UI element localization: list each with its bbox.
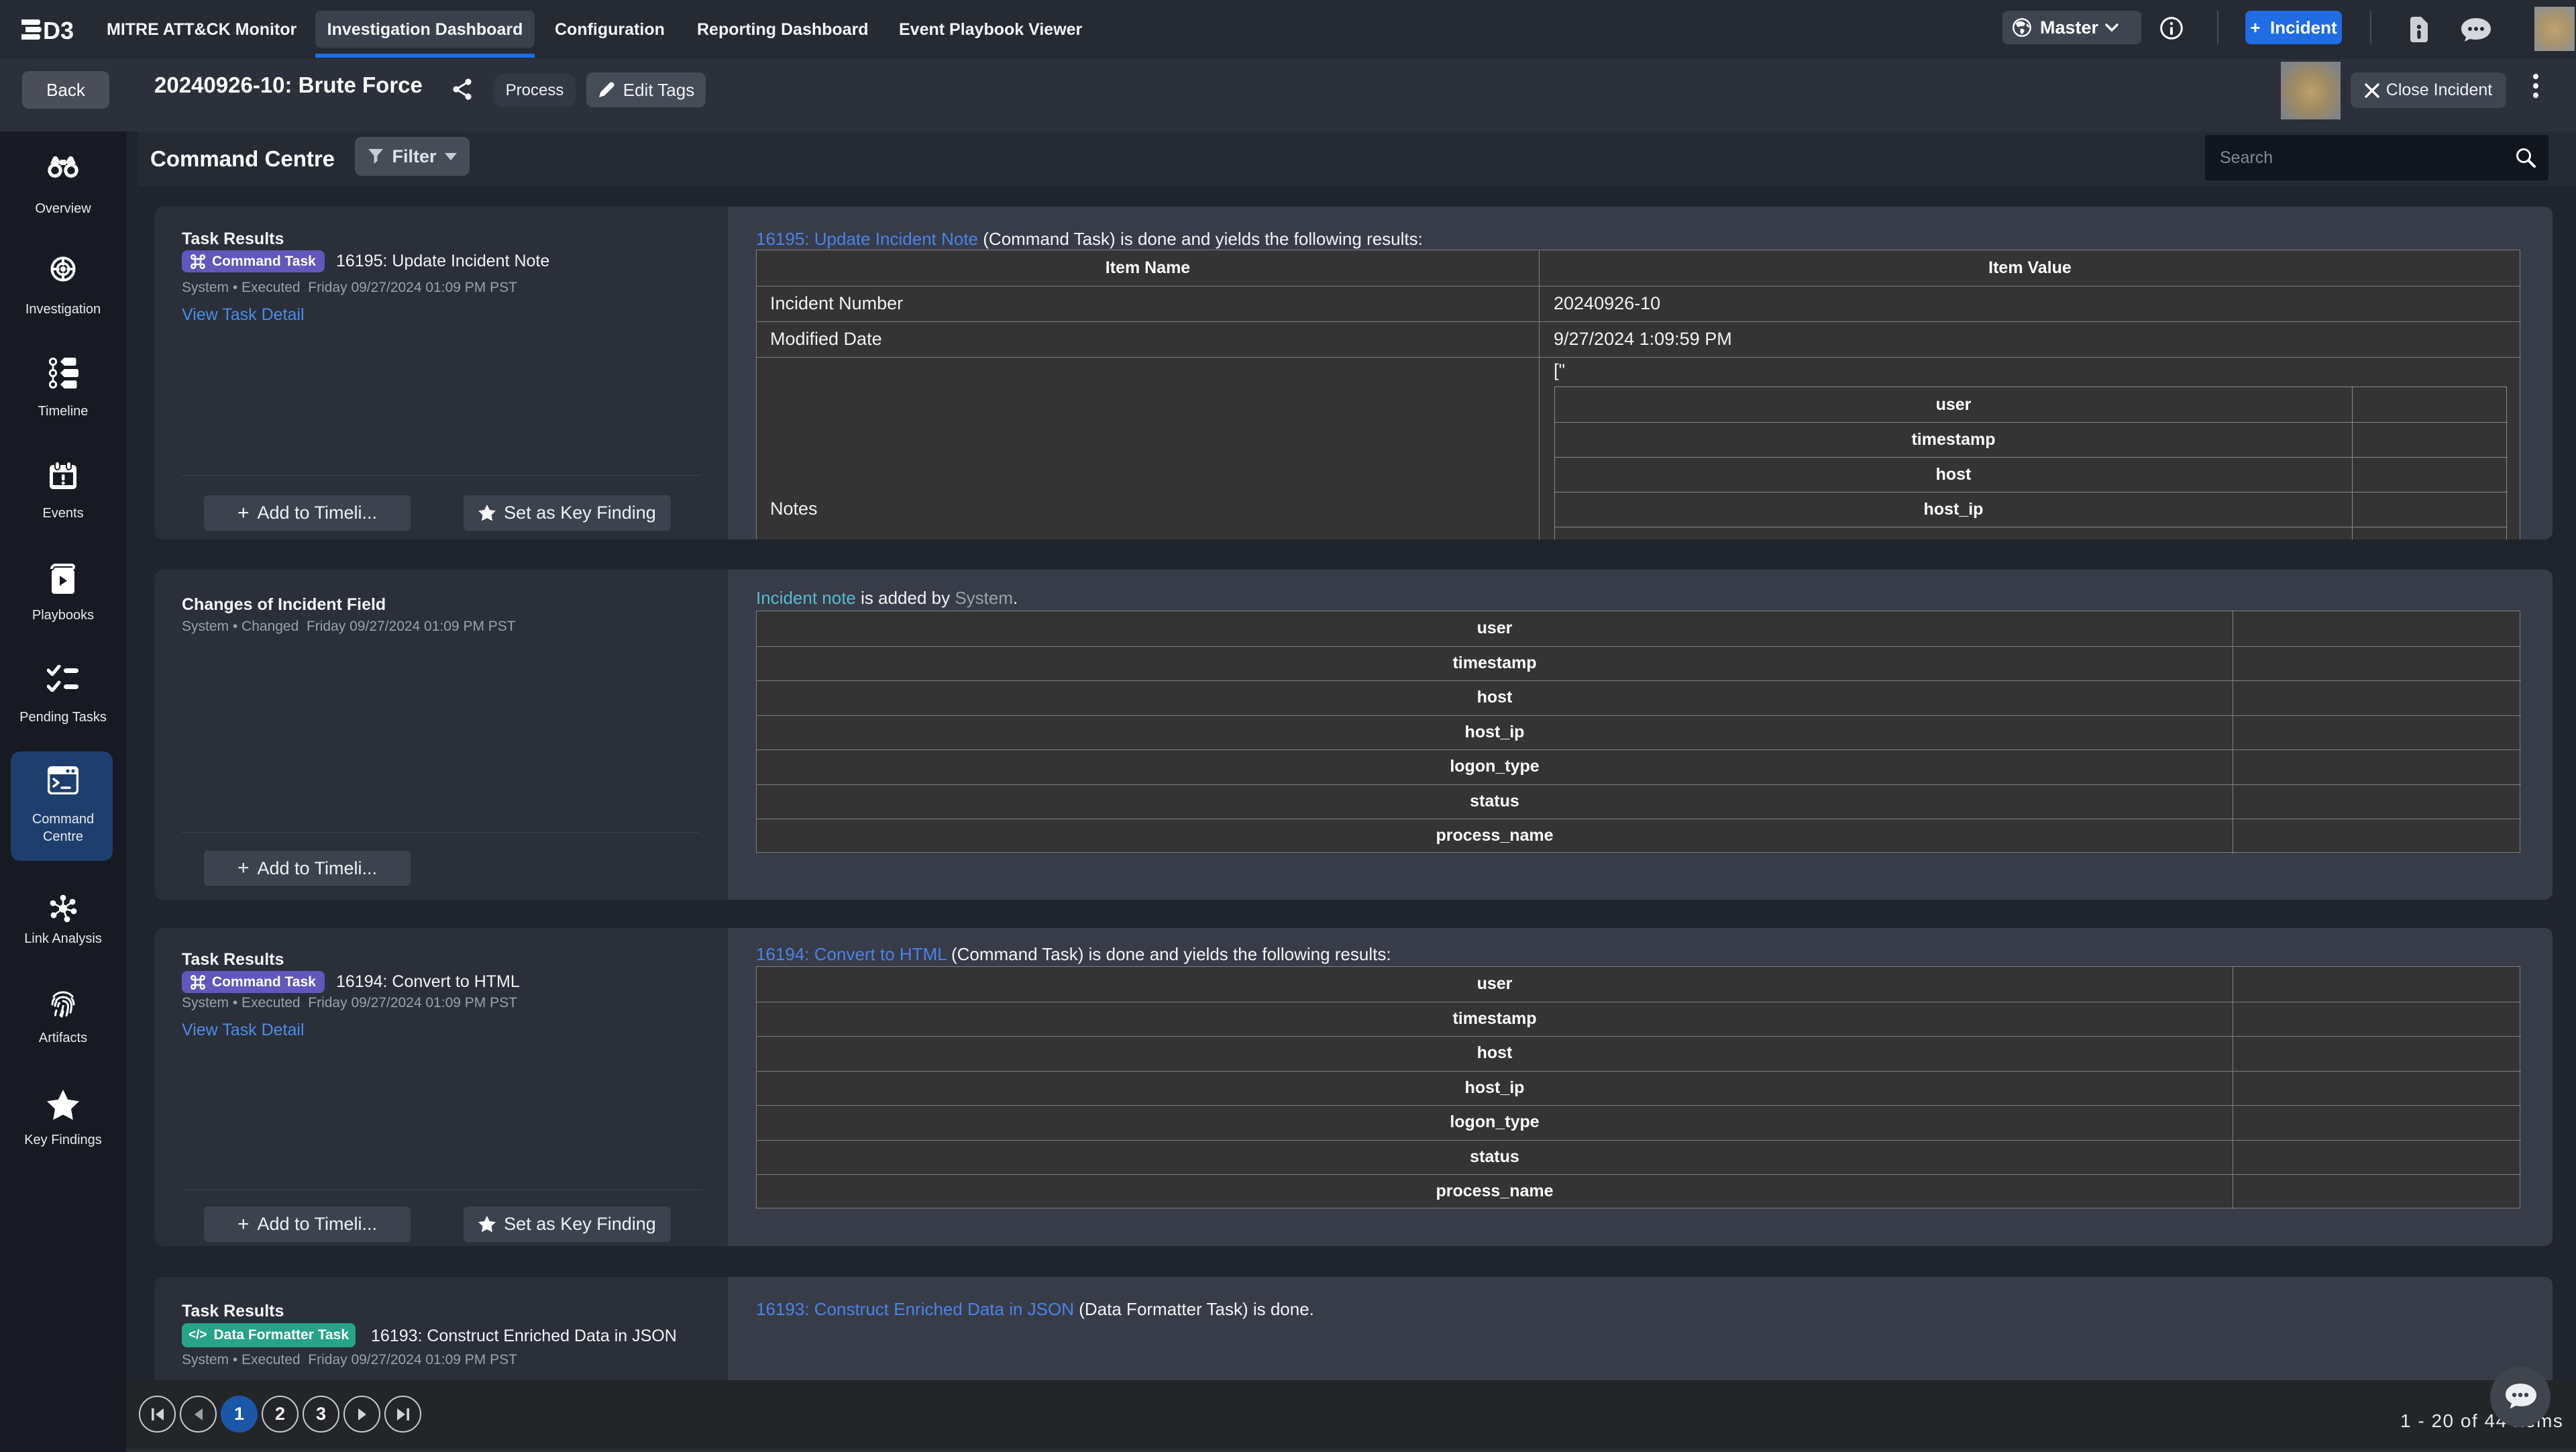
- svg-text:D3: D3: [43, 18, 74, 41]
